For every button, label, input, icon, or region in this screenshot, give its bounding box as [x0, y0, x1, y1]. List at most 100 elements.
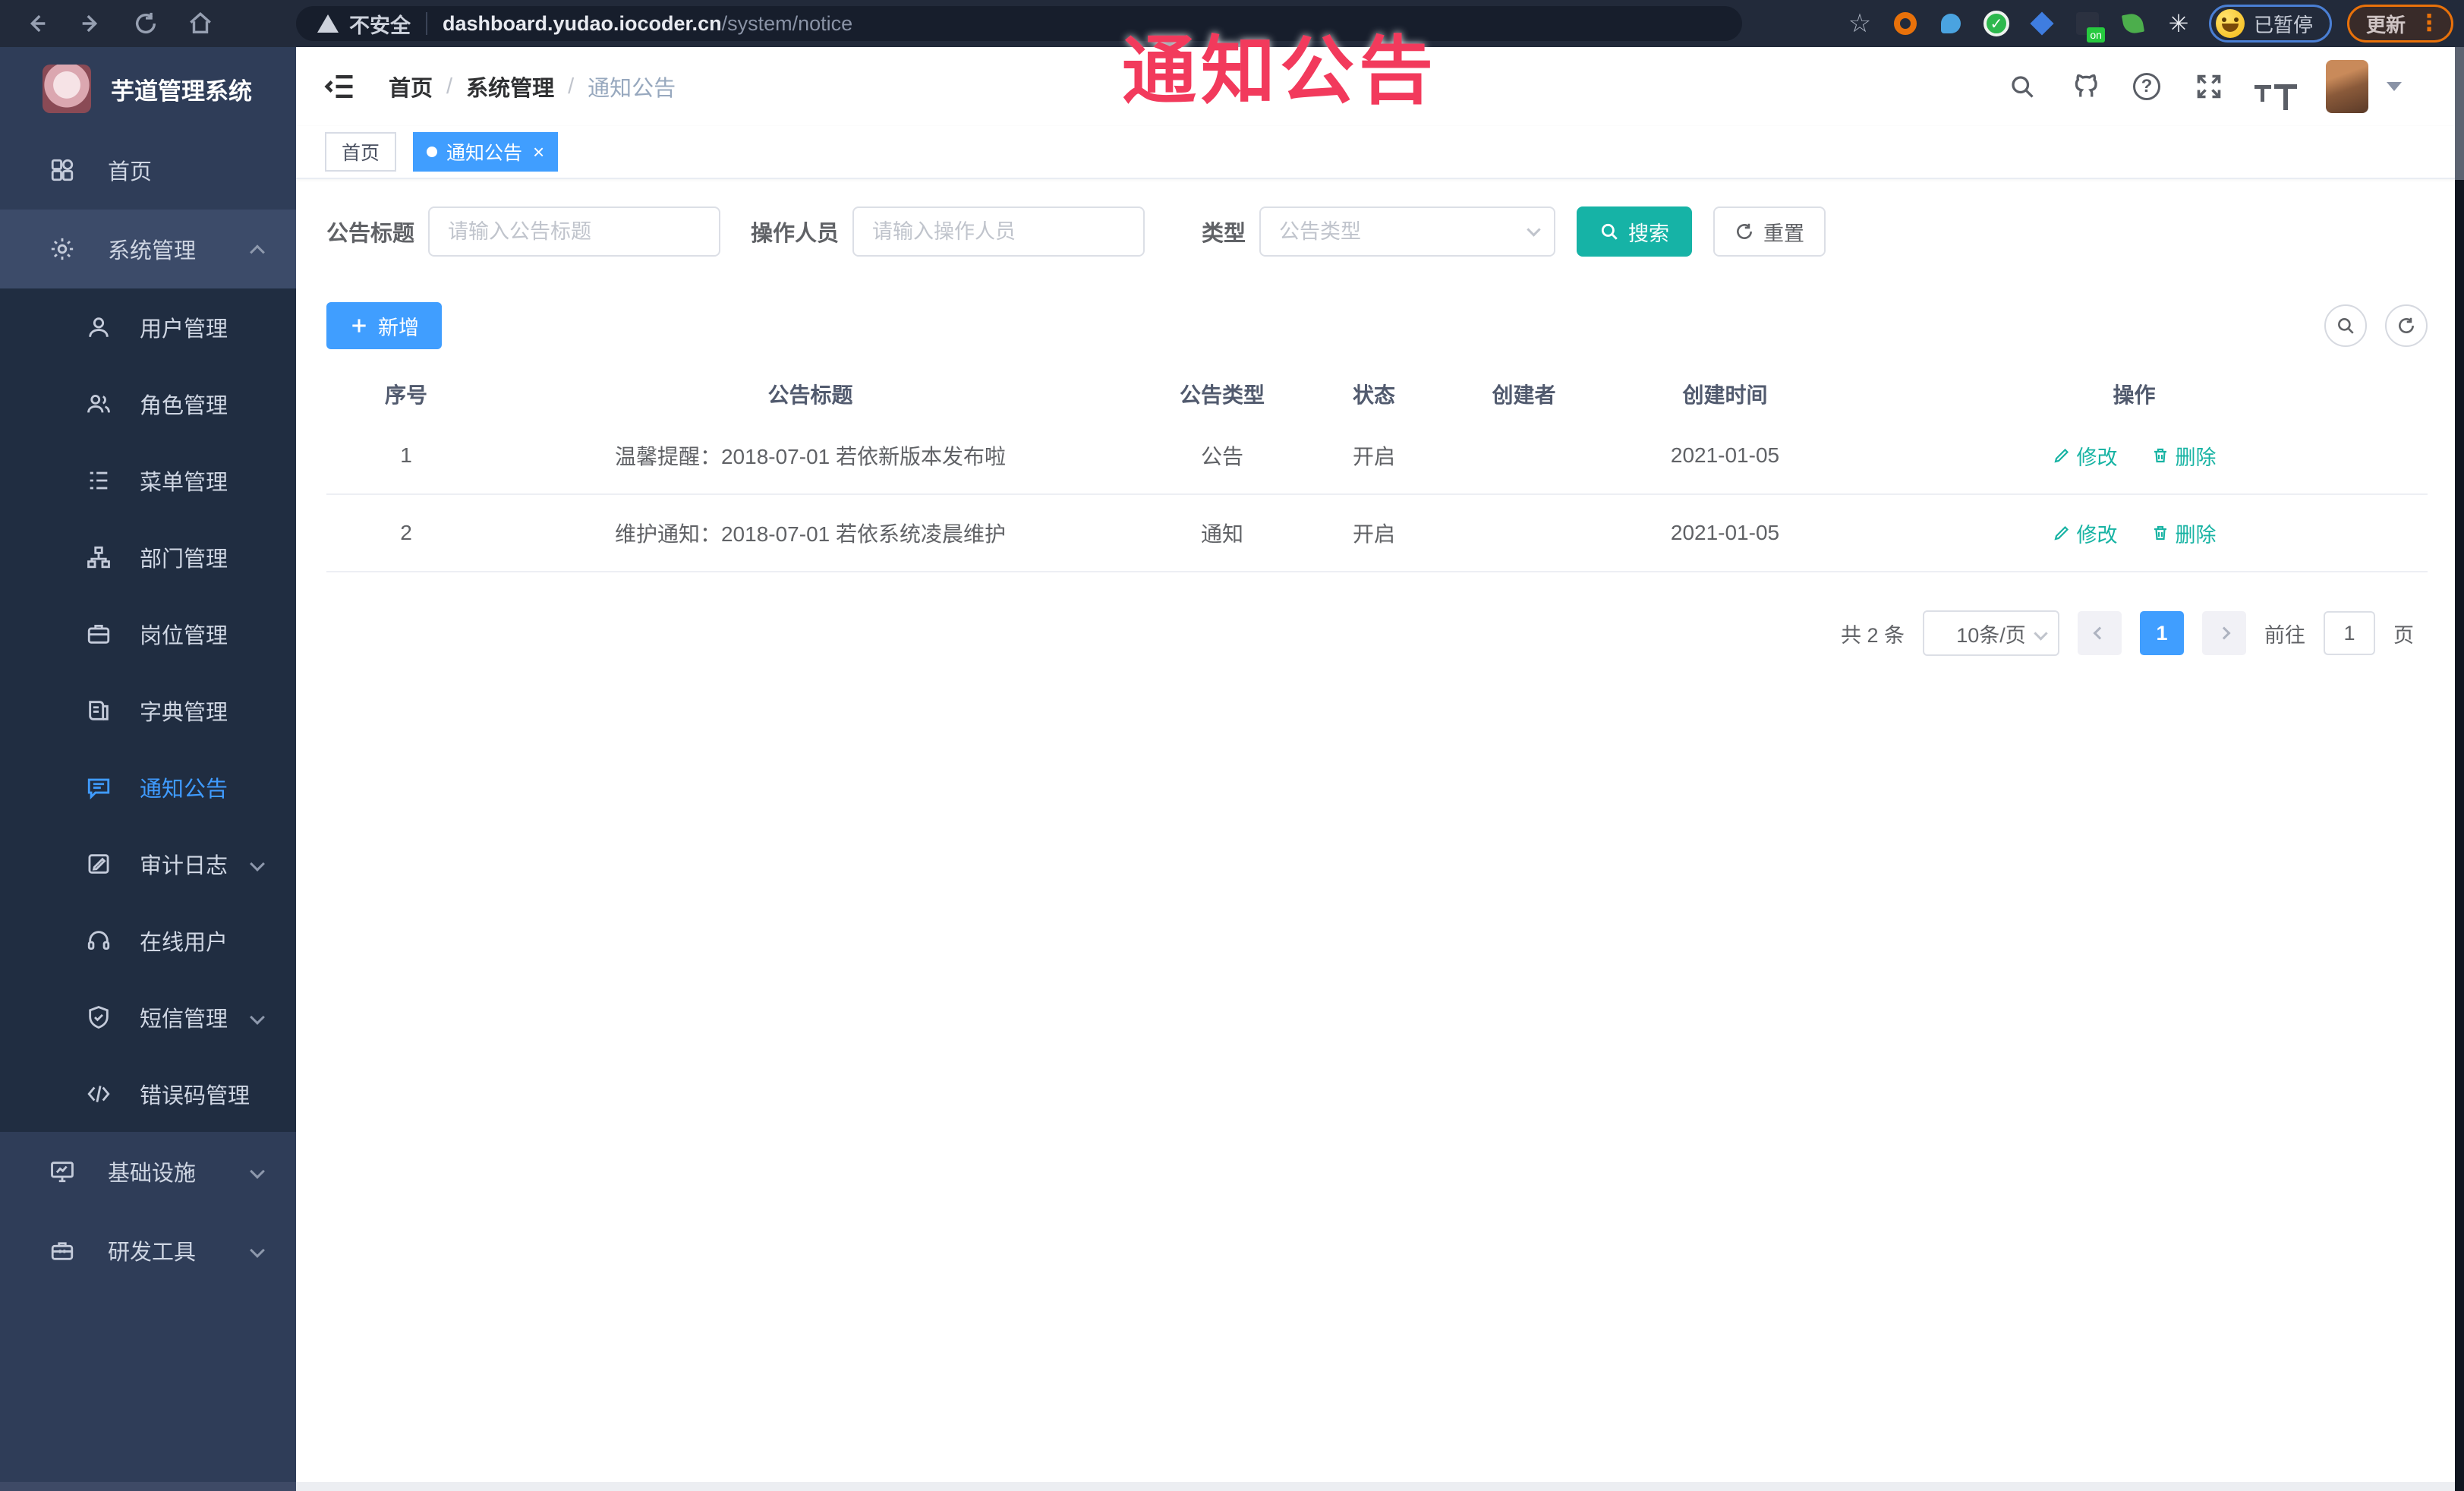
chevron-left-icon	[2093, 626, 2106, 640]
url-host: dashboard.yudao.iocoder.cn	[443, 11, 722, 35]
tab-notice-announcement[interactable]: 通知公告 ×	[413, 132, 559, 172]
sidebar-item-dict-management[interactable]: 字典管理	[0, 672, 296, 749]
operator-input[interactable]	[852, 206, 1145, 257]
column-header-created: 创建时间	[1682, 383, 1768, 407]
window-bottom-edge-right	[296, 1482, 2455, 1491]
profile-emoji-avatar	[2215, 9, 2245, 38]
extensions-menu-icon[interactable]: ✳	[2163, 8, 2194, 39]
page-size-select[interactable]: 10条/页	[1923, 610, 2059, 656]
delete-link[interactable]: 删除	[2151, 519, 2217, 548]
sidebar-item-notice-announcement[interactable]: 通知公告	[0, 749, 296, 825]
tag-bar: 首页 通知公告 ×	[296, 126, 2455, 179]
sidebar-item-dev-tools[interactable]: 研发工具	[0, 1211, 296, 1290]
sidebar-item-infrastructure[interactable]: 基础设施	[0, 1132, 296, 1211]
reset-button[interactable]: 重置	[1713, 206, 1826, 257]
sidebar-item-menu-management[interactable]: 菜单管理	[0, 442, 296, 519]
sidebar-item-error-code-management[interactable]: 错误码管理	[0, 1055, 296, 1132]
github-icon[interactable]	[2068, 70, 2101, 103]
chat-bubble-icon	[83, 772, 114, 802]
delete-link[interactable]: 删除	[2151, 441, 2217, 471]
sidebar-item-role-management[interactable]: 角色管理	[0, 365, 296, 442]
sidebar-item-label: 菜单管理	[140, 470, 228, 495]
sidebar-item-user-management[interactable]: 用户管理	[0, 288, 296, 365]
current-page-button[interactable]: 1	[2140, 611, 2184, 655]
back-icon[interactable]	[18, 5, 55, 42]
sidebar-item-audit-log[interactable]: 审计日志	[0, 825, 296, 902]
sidebar-item-system-management[interactable]: 系统管理	[0, 210, 296, 288]
sidebar-item-online-users[interactable]: 在线用户	[0, 902, 296, 979]
forward-icon[interactable]	[73, 5, 109, 42]
browser-profile-button[interactable]: 已暂停	[2208, 5, 2332, 43]
home-icon[interactable]	[182, 5, 219, 42]
address-bar[interactable]: 不安全 dashboard.yudao.iocoder.cn/system/no…	[296, 6, 1742, 41]
sidebar-item-label: 基础设施	[108, 1162, 197, 1186]
sidebar-item-label: 审计日志	[140, 853, 228, 878]
sidebar-item-dept-management[interactable]: 部门管理	[0, 519, 296, 595]
refresh-table-button[interactable]	[2385, 304, 2428, 347]
sidebar-item-label: 通知公告	[140, 777, 228, 802]
tab-home[interactable]: 首页	[325, 132, 397, 172]
font-size-icon[interactable]	[2254, 84, 2297, 110]
fullscreen-icon[interactable]	[2192, 70, 2226, 103]
extension-ring-icon[interactable]	[1890, 8, 1920, 39]
avatar-caret-icon[interactable]	[2387, 82, 2402, 91]
toggle-search-button[interactable]	[2324, 304, 2367, 347]
goto-label: 前往	[2264, 623, 2305, 647]
profile-label: 已暂停	[2253, 13, 2313, 36]
monitor-icon	[47, 1156, 77, 1187]
next-page-button[interactable]	[2202, 611, 2246, 655]
column-header-type: 公告类型	[1179, 383, 1265, 407]
bookmark-star-icon[interactable]: ☆	[1845, 8, 1875, 39]
breadcrumb-section[interactable]: 系统管理	[466, 71, 554, 102]
cell-no: 1	[400, 443, 412, 467]
sidebar-item-sms-management[interactable]: 短信管理	[0, 979, 296, 1055]
extension-database-icon[interactable]: on	[2072, 8, 2105, 43]
search-button[interactable]: 搜索	[1577, 206, 1693, 257]
add-button[interactable]: 新增	[326, 302, 442, 349]
extension-green-check-icon[interactable]: ✓	[1981, 8, 2012, 39]
goto-page-input[interactable]	[2324, 611, 2375, 655]
extension-diamond-icon[interactable]	[2027, 8, 2057, 39]
sidebar-fold-icon[interactable]	[323, 70, 357, 103]
pencil-icon	[2053, 448, 2069, 463]
sidebar-item-home[interactable]: 首页	[0, 131, 296, 210]
notice-type-select[interactable]	[1259, 206, 1556, 257]
cell-type: 通知	[1200, 522, 1243, 546]
main-area: 首页 / 系统管理 / 通知公告 ? 首页 通知公告 × 公告标题 请输入公告标…	[296, 47, 2455, 1482]
breadcrumb-home[interactable]: 首页	[389, 71, 433, 102]
list-icon	[83, 465, 114, 496]
app-logo-row[interactable]: 芋道管理系统	[0, 47, 296, 131]
notice-table: 序号 公告标题 公告类型 状态 创建者 创建时间 操作 1 温馨提醒：2018-…	[326, 370, 2428, 572]
browser-update-button[interactable]: 更新 ⋮	[2346, 5, 2453, 43]
extension-drop-icon[interactable]	[1936, 8, 1966, 39]
window-bottom-edge-left	[0, 1482, 296, 1491]
sidebar-item-label: 在线用户	[140, 930, 228, 955]
active-tab-dot	[427, 147, 438, 157]
sidebar-item-label: 用户管理	[140, 317, 228, 342]
scrollbar-thumb[interactable]	[2455, 47, 2464, 180]
extension-leaf-icon[interactable]	[2118, 8, 2148, 39]
screen: 不安全 dashboard.yudao.iocoder.cn/system/no…	[0, 0, 2464, 1491]
user-avatar[interactable]	[2326, 60, 2368, 113]
sidebar-item-label: 字典管理	[140, 700, 228, 725]
refresh-icon[interactable]	[128, 5, 164, 42]
breadcrumb-separator: /	[446, 74, 453, 99]
plus-icon	[352, 319, 366, 333]
app-title: 芋道管理系统	[111, 77, 252, 105]
cell-created: 2021-01-05	[1670, 521, 1780, 544]
prev-page-button[interactable]	[2078, 611, 2122, 655]
edit-link[interactable]: 修改	[2053, 441, 2118, 471]
search-icon[interactable]	[2006, 70, 2039, 103]
browser-menu-icon[interactable]: ⋮	[2418, 12, 2440, 35]
help-icon[interactable]: ?	[2130, 70, 2163, 103]
sidebar-item-label: 角色管理	[140, 393, 228, 418]
close-icon[interactable]: ×	[533, 142, 544, 162]
window-scrollbar[interactable]	[2455, 47, 2464, 1491]
filter-type-label: 类型	[1202, 222, 1246, 246]
right-toolbar	[2324, 304, 2428, 347]
sidebar-item-post-management[interactable]: 岗位管理	[0, 595, 296, 672]
table-header-row: 序号 公告标题 公告类型 状态 创建者 创建时间 操作	[326, 370, 2428, 418]
notice-type-select-input[interactable]	[1259, 206, 1556, 257]
edit-link[interactable]: 修改	[2053, 519, 2118, 548]
notice-title-input[interactable]	[428, 206, 721, 257]
